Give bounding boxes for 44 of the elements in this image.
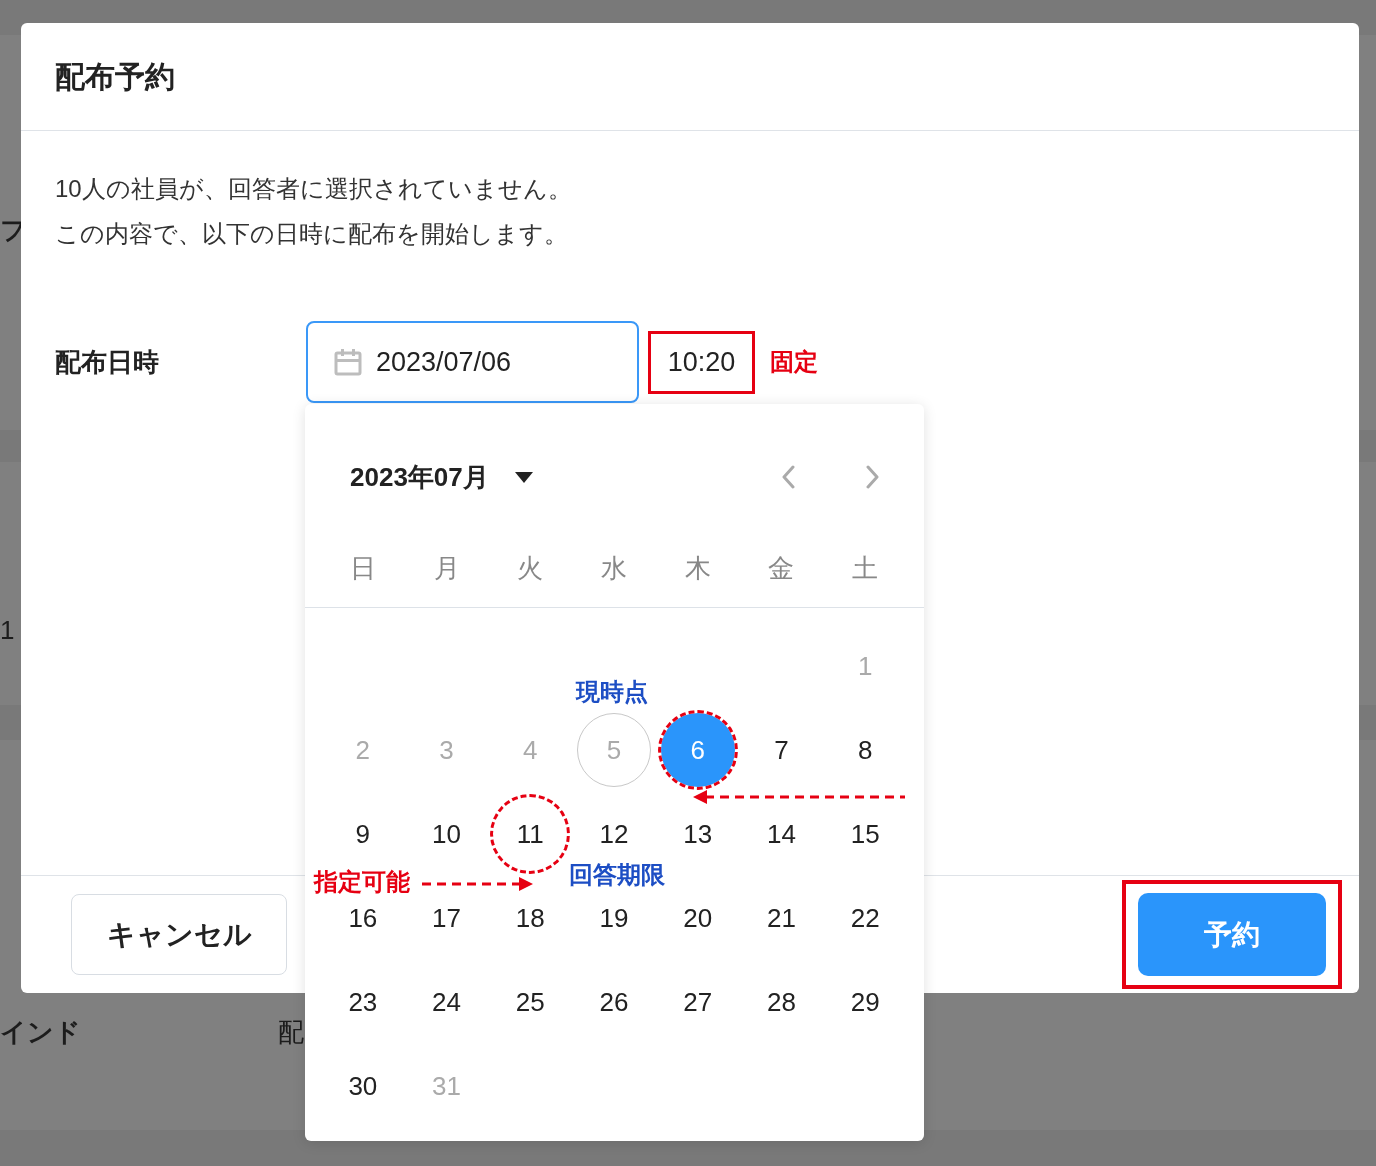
day-button[interactable]: 11 [493, 797, 568, 871]
time-value: 10:20 [667, 346, 736, 378]
day-button[interactable]: 29 [828, 965, 903, 1039]
chevron-left-icon [780, 465, 796, 489]
day-button[interactable]: 18 [493, 881, 568, 955]
weekday-label: 月 [433, 552, 460, 585]
day-button[interactable]: 21 [744, 881, 819, 955]
weekday-label: 火 [517, 552, 544, 585]
day-button[interactable]: 15 [828, 797, 903, 871]
weekday-label: 水 [601, 552, 627, 585]
day-button[interactable]: 23 [325, 965, 400, 1039]
weekday-label: 土 [852, 552, 879, 585]
background-text: 配 [278, 1016, 304, 1049]
day-button[interactable]: 27 [660, 965, 735, 1039]
day-button[interactable]: 10 [409, 797, 484, 871]
day-button[interactable]: 26 [577, 965, 651, 1039]
day-button[interactable]: 25 [493, 965, 568, 1039]
day-button[interactable]: 28 [744, 965, 819, 1039]
day-button[interactable]: 17 [409, 881, 484, 955]
message-text: この内容で、以下の日時に配布を開始します。 [55, 219, 569, 249]
day-button[interactable]: 14 [744, 797, 819, 871]
weekday-label: 金 [768, 552, 795, 585]
weekday-label: 日 [349, 552, 376, 585]
background-label: インド [0, 1016, 81, 1049]
day-button[interactable]: 22 [828, 881, 903, 955]
day-button[interactable]: 30 [325, 1049, 400, 1123]
annotation-label: 指定可能 [314, 868, 410, 896]
day-button[interactable]: 7 [744, 713, 819, 787]
chevron-right-icon [864, 465, 880, 489]
weekday-label: 木 [684, 552, 711, 585]
month-select-button[interactable]: 2023年07月 [350, 459, 533, 495]
annotation-label: 現時点 [576, 678, 648, 706]
message-text: 10人の社員が、回答者に選択されていません。 [55, 174, 573, 204]
day-button[interactable]: 8 [828, 713, 903, 787]
dialog-title: 配布予約 [55, 58, 175, 95]
annotation-label: 固定 [770, 347, 818, 377]
annotation-label: 回答期限 [569, 861, 665, 889]
background-text: 1 [0, 614, 15, 647]
caret-down-icon [514, 471, 533, 483]
calendar-icon [334, 348, 362, 376]
cancel-button[interactable]: キャンセル [71, 894, 287, 975]
field-label: 配布日時 [55, 345, 160, 379]
date-field[interactable]: 2023/07/06 [306, 321, 639, 403]
day-button[interactable]: 24 [409, 965, 484, 1039]
